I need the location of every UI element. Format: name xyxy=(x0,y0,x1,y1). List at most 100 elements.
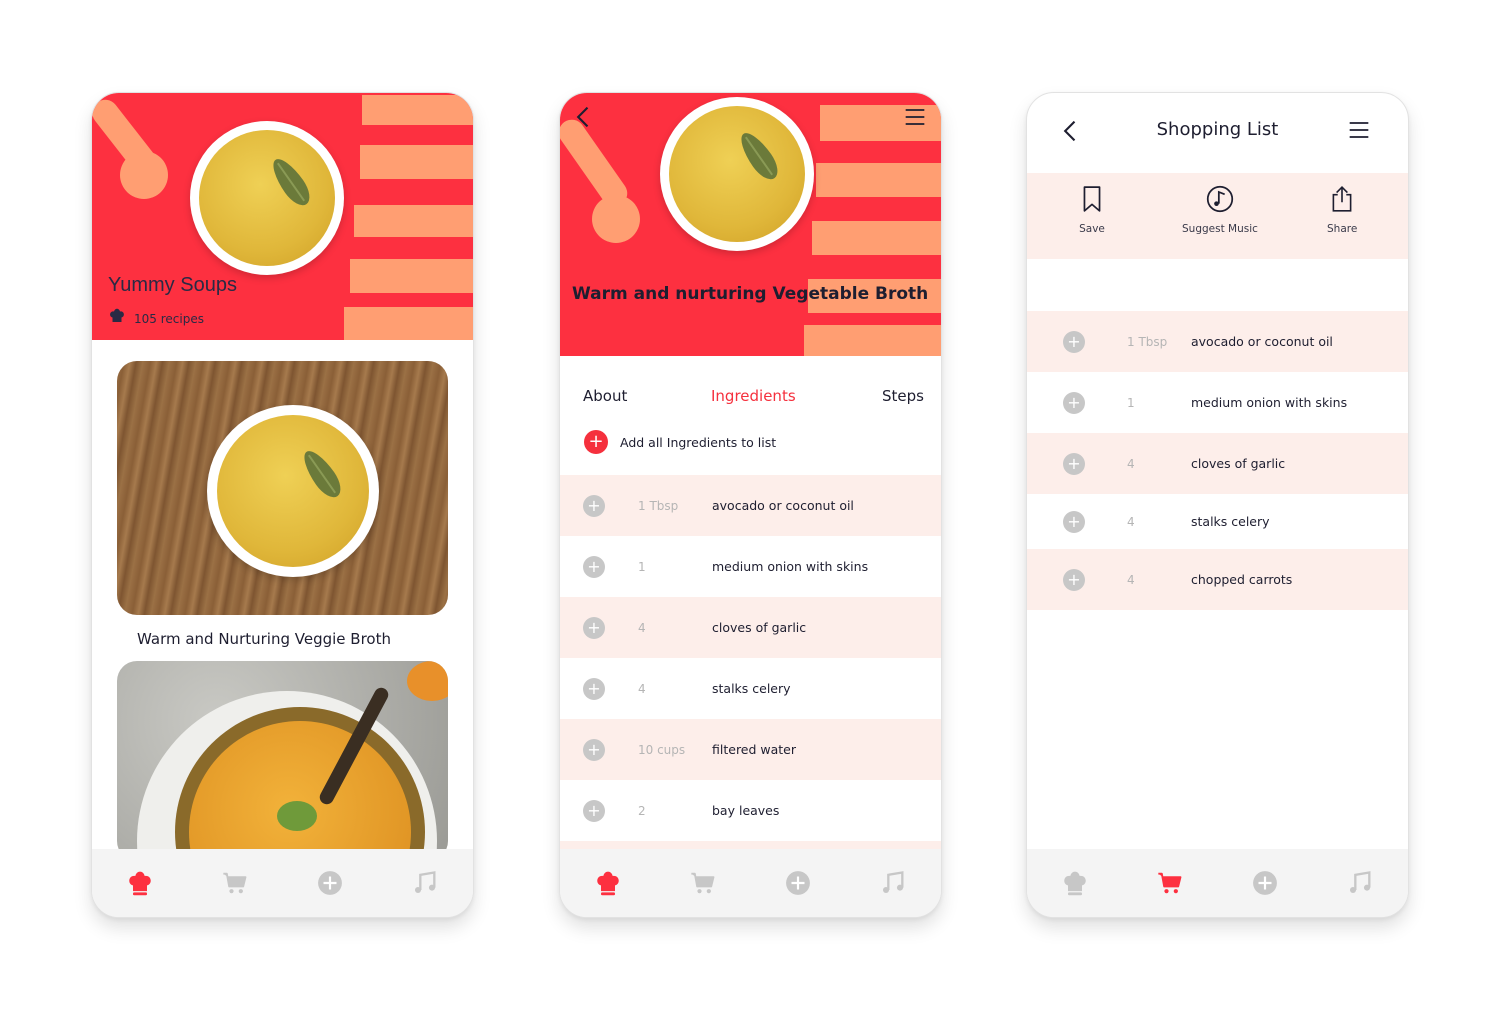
add-circle-icon xyxy=(786,871,811,895)
spoon-decor xyxy=(592,195,640,243)
soup-bowl-image xyxy=(660,97,814,251)
add-all-label: Add all Ingredients to list xyxy=(620,434,777,450)
add-item-icon[interactable]: + xyxy=(1063,568,1085,591)
tab-recipes[interactable] xyxy=(592,867,624,899)
add-item-icon[interactable]: + xyxy=(1063,452,1085,475)
shopping-list-screen: Shopping List Save Suggest Music Share +… xyxy=(1026,92,1409,918)
item-name: stalks celery xyxy=(1191,514,1270,529)
share-button[interactable]: Share xyxy=(1327,185,1357,235)
cart-icon xyxy=(223,872,247,894)
ingredient-list: + 1 Tbsp avocado or coconut oil + 1 medi… xyxy=(560,475,941,861)
tab-add[interactable] xyxy=(1249,867,1281,899)
item-qty: 4 xyxy=(1127,514,1135,529)
action-bar: Save Suggest Music Share xyxy=(1027,173,1408,259)
shopping-item-row: + 4 stalks celery xyxy=(1027,494,1408,549)
recipe-count: 105 recipes xyxy=(134,312,204,326)
add-ingredient-icon[interactable]: + xyxy=(583,799,605,822)
shopping-list: + 1 Tbsp avocado or coconut oil + 1 medi… xyxy=(1027,311,1408,610)
ingredient-name: bay leaves xyxy=(712,803,780,818)
tab-cart[interactable] xyxy=(219,867,251,899)
tab-music[interactable] xyxy=(1344,867,1376,899)
tab-recipes[interactable] xyxy=(1059,867,1091,899)
recipe-hero: Warm and nurturing Vegetable Broth xyxy=(560,93,941,356)
bookmark-icon xyxy=(1083,186,1101,212)
tab-music[interactable] xyxy=(877,867,909,899)
music-note-icon xyxy=(883,871,904,894)
item-qty: 1 Tbsp xyxy=(1127,334,1168,349)
tab-add[interactable] xyxy=(314,867,346,899)
category-hero: Yummy Soups 105 recipes xyxy=(92,93,473,340)
bottom-tab-bar xyxy=(92,849,473,917)
tab-recipes[interactable] xyxy=(124,867,156,899)
item-qty: 4 xyxy=(1127,572,1135,587)
add-item-icon[interactable]: + xyxy=(1063,330,1085,353)
save-button[interactable]: Save xyxy=(1079,185,1105,235)
ingredient-row: + 1 medium onion with skins xyxy=(560,536,941,597)
ingredient-name: stalks celery xyxy=(712,681,791,696)
ingredient-qty: 10 cups xyxy=(638,742,686,757)
chef-hat-icon xyxy=(128,871,151,896)
ingredient-qty: 1 xyxy=(638,559,646,574)
shopping-item-row: + 1 Tbsp avocado or coconut oil xyxy=(1027,311,1408,372)
recipe-card-image[interactable] xyxy=(117,661,448,861)
suggest-music-button[interactable]: Suggest Music xyxy=(1182,185,1258,235)
tab-ingredients[interactable]: Ingredients xyxy=(711,387,796,405)
recipe-title: Warm and nurturing Vegetable Broth xyxy=(572,284,929,304)
decor-stripe xyxy=(804,325,941,356)
share-icon xyxy=(1332,186,1352,212)
ingredient-name: filtered water xyxy=(712,742,797,757)
decor-stripe xyxy=(344,307,473,340)
add-item-icon[interactable]: + xyxy=(1063,391,1085,414)
suggest-music-label: Suggest Music xyxy=(1182,223,1258,235)
recipes-screen: Yummy Soups 105 recipes Warm and Nurturi… xyxy=(91,92,474,918)
ingredient-qty: 1 Tbsp xyxy=(638,498,679,513)
decor-stripe xyxy=(816,163,941,197)
ingredient-name: cloves of garlic xyxy=(712,620,807,635)
tab-music[interactable] xyxy=(409,867,441,899)
cart-icon xyxy=(691,872,715,894)
music-icon xyxy=(1206,185,1234,213)
ingredient-row: + 2 bay leaves xyxy=(560,780,941,841)
add-item-icon[interactable]: + xyxy=(1063,510,1085,533)
add-ingredient-icon[interactable]: + xyxy=(583,494,605,517)
ingredient-row: + 4 stalks celery xyxy=(560,658,941,719)
share-label: Share xyxy=(1327,223,1358,235)
tab-cart[interactable] xyxy=(1154,867,1186,899)
ingredient-row: + 10 cups filtered water xyxy=(560,719,941,780)
add-ingredient-icon[interactable]: + xyxy=(583,677,605,700)
item-name: avocado or coconut oil xyxy=(1191,334,1333,349)
music-note-icon xyxy=(1350,871,1371,894)
add-ingredient-icon[interactable]: + xyxy=(583,738,605,761)
add-ingredient-icon[interactable]: + xyxy=(583,555,605,578)
add-ingredient-icon[interactable]: + xyxy=(583,616,605,639)
category-title: Yummy Soups xyxy=(108,274,237,296)
recipe-card-title[interactable]: Warm and Nurturing Veggie Broth xyxy=(137,630,391,648)
bottom-tab-bar xyxy=(1027,849,1408,917)
tab-steps[interactable]: Steps xyxy=(882,387,924,405)
shopping-item-row: + 4 cloves of garlic xyxy=(1027,433,1408,494)
chef-hat-icon xyxy=(596,871,619,896)
ingredient-name: medium onion with skins xyxy=(712,559,869,574)
ingredient-qty: 4 xyxy=(638,681,646,696)
menu-icon[interactable] xyxy=(901,103,929,131)
item-qty: 4 xyxy=(1127,456,1135,471)
decor-stripe xyxy=(362,95,473,125)
tab-cart[interactable] xyxy=(687,867,719,899)
ingredient-name: avocado or coconut oil xyxy=(712,498,854,513)
add-circle-icon xyxy=(318,871,343,895)
decor-stripe xyxy=(350,259,473,293)
soup-bowl-image xyxy=(190,121,344,275)
decor-stripe xyxy=(812,221,941,255)
tab-about[interactable]: About xyxy=(583,387,627,405)
music-note-icon xyxy=(415,871,436,894)
recipe-detail-screen: Warm and nurturing Vegetable Broth About… xyxy=(559,92,942,918)
ingredient-qty: 2 xyxy=(638,803,646,818)
add-icon: + xyxy=(584,430,608,454)
spoon-decor xyxy=(120,151,168,199)
back-arrow-icon[interactable] xyxy=(570,103,598,131)
tab-add[interactable] xyxy=(782,867,814,899)
bottom-tab-bar xyxy=(560,849,941,917)
menu-icon[interactable] xyxy=(1345,116,1373,144)
add-all-ingredients-button[interactable]: + Add all Ingredients to list xyxy=(584,430,776,454)
recipe-card-image[interactable] xyxy=(117,361,448,615)
